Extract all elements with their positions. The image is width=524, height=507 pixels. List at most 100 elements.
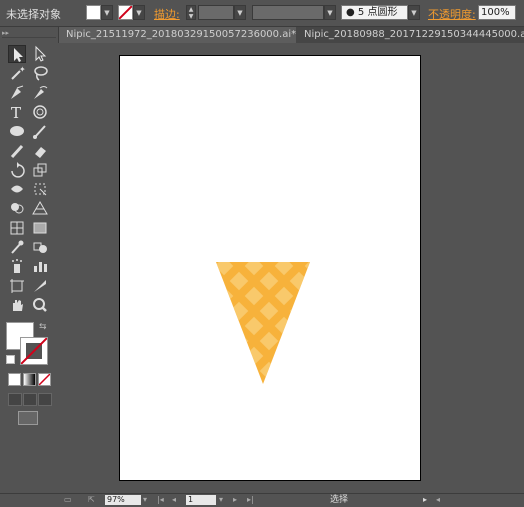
lasso-icon [34,66,48,81]
magic-wand-icon: ✦ [11,65,26,81]
status-menu-icon[interactable]: ▸ [423,494,427,506]
brush-definition-field[interactable]: ● 5 点圆形 [341,5,408,20]
variable-width-profile[interactable] [252,5,324,20]
blend-tool-button[interactable] [31,238,49,256]
tab-document-2[interactable]: Nipic_20180988_20171229150344445000.ai* … [296,27,524,43]
waffle-cone-shape[interactable] [216,262,310,384]
lasso-button[interactable] [31,64,49,82]
waffle-pattern-diamond [216,376,234,384]
rotate-tool-button[interactable] [8,161,26,179]
page-number-input[interactable]: 1 [186,495,216,505]
selection-status-label: 未选择对象 [6,8,61,21]
symbol-sprayer-icon [12,259,22,274]
none-mode-icon[interactable] [38,373,51,386]
hand-tool-button[interactable] [8,296,26,314]
scroll-left-icon[interactable]: ◂ [436,494,440,506]
last-page-icon[interactable]: ▸| [247,494,254,506]
waffle-pattern-diamond [216,271,219,291]
eyedropper-button[interactable] [8,238,26,256]
ellipse-tool-button[interactable] [8,122,26,140]
swap-colors-icon[interactable]: ⇆ [39,322,47,332]
slice-tool-icon [34,279,46,292]
default-colors-icon[interactable] [6,355,15,364]
magic-wand-button[interactable]: ✦ [8,64,26,82]
selection-tool-button[interactable] [8,45,26,63]
previous-page-icon[interactable]: ◂ [172,494,176,506]
waffle-pattern-diamond [304,376,310,384]
stroke-weight-dropdown[interactable]: ▼ [234,5,246,20]
draw-behind-icon[interactable] [23,393,37,406]
waffle-pattern-diamond [289,331,309,351]
fill-swatch[interactable] [86,5,101,20]
width-tool-button[interactable] [8,180,26,198]
perspective-grid-button[interactable] [31,199,49,217]
spiral-tool-button[interactable] [31,103,49,121]
color-mode-icon[interactable] [8,373,21,386]
svg-text:✦: ✦ [19,65,26,74]
gradient-mode-icon[interactable] [23,373,36,386]
mesh-tool-icon [10,221,24,235]
panel-grip[interactable]: ▸▸ [2,29,56,38]
waffle-pattern-diamond [244,376,264,384]
stroke-swatch[interactable] [118,5,133,20]
mesh-tool-button[interactable] [8,219,26,237]
curvature-tool-button[interactable] [31,84,49,102]
fill-dropdown-button[interactable]: ▼ [101,5,113,20]
ellipse-tool-icon [10,126,24,137]
none-slash-icon [39,374,50,385]
symbol-sprayer-button[interactable] [8,257,26,275]
zoom-dropdown-icon[interactable]: ▾ [143,494,147,506]
hand-tool-icon [13,299,23,311]
share-icon[interactable]: ⇱ [88,494,95,506]
pen-tool-button[interactable] [8,84,26,102]
next-page-icon[interactable]: ▸ [233,494,237,506]
screen-mode-icon[interactable] [18,411,38,425]
gradient-tool-button[interactable] [31,219,49,237]
artboard-tool-button[interactable] [8,277,26,295]
shape-builder-button[interactable] [8,199,26,217]
zoom-tool-button[interactable] [31,296,49,314]
stroke-color-box[interactable] [20,337,48,365]
free-transform-button[interactable] [31,180,49,198]
column-graph-button[interactable] [31,257,49,275]
first-page-icon[interactable]: |◂ [157,494,164,506]
column-graph-icon [34,262,47,273]
stroke-weight-stepper[interactable]: ▲ ▼ [186,5,196,20]
zoom-level-input[interactable]: 97% [105,495,141,505]
current-tool-label: 选择 [330,495,349,505]
waffle-pattern-diamond [229,361,249,381]
opacity-input[interactable]: 100% [478,5,516,20]
scale-tool-button[interactable] [31,161,49,179]
paintbrush-button[interactable] [31,122,49,140]
slice-tool-button[interactable] [31,277,49,295]
no-stroke-icon [119,6,132,19]
waffle-pattern-diamond [304,286,310,306]
direct-selection-tool-button[interactable] [31,45,49,63]
page-dropdown-icon[interactable]: ▾ [219,494,223,506]
stroke-weight-input[interactable] [198,5,234,20]
draw-inside-icon[interactable] [38,393,52,406]
artboard[interactable] [119,55,421,481]
canvas-area[interactable] [58,43,524,489]
stroke-label[interactable]: 描边: [154,6,180,22]
brush-definition-dropdown[interactable]: ▼ [408,5,420,20]
stroke-dropdown-button[interactable]: ▼ [133,5,145,20]
brush-definition-label: 5 点圆形 [357,7,398,18]
artboard-nav-icon[interactable]: ▭ [64,494,72,506]
draw-normal-icon[interactable] [8,393,22,406]
control-bar: 未选择对象 ▼ ▼ 描边: ▲ ▼ ▼ ▼ ● 5 点圆形 ▼ 不透明度: 100… [0,0,524,27]
eraser-button[interactable] [31,142,49,160]
type-tool-button[interactable]: T [8,103,26,121]
pencil-button[interactable] [8,142,26,160]
spiral-tool-icon [33,105,47,119]
gradient-tool-icon [33,222,47,234]
variable-width-dropdown[interactable]: ▼ [324,5,336,20]
perspective-grid-icon [32,201,48,215]
waffle-pattern-diamond [274,376,294,384]
waffle-pattern-diamond [216,346,234,366]
status-bar: ▭ ⇱ 97% ▾ |◂ ◂ 1 ▾ ▸ ▸| 选择 ▸ ◂ [0,493,524,507]
tab-document-1[interactable]: Nipic_21511972_20180329150057236000.ai* … [58,27,296,43]
waffle-pattern-diamond [216,316,234,336]
opacity-label[interactable]: 不透明度: [428,6,476,22]
waffle-pattern-diamond [289,361,309,381]
